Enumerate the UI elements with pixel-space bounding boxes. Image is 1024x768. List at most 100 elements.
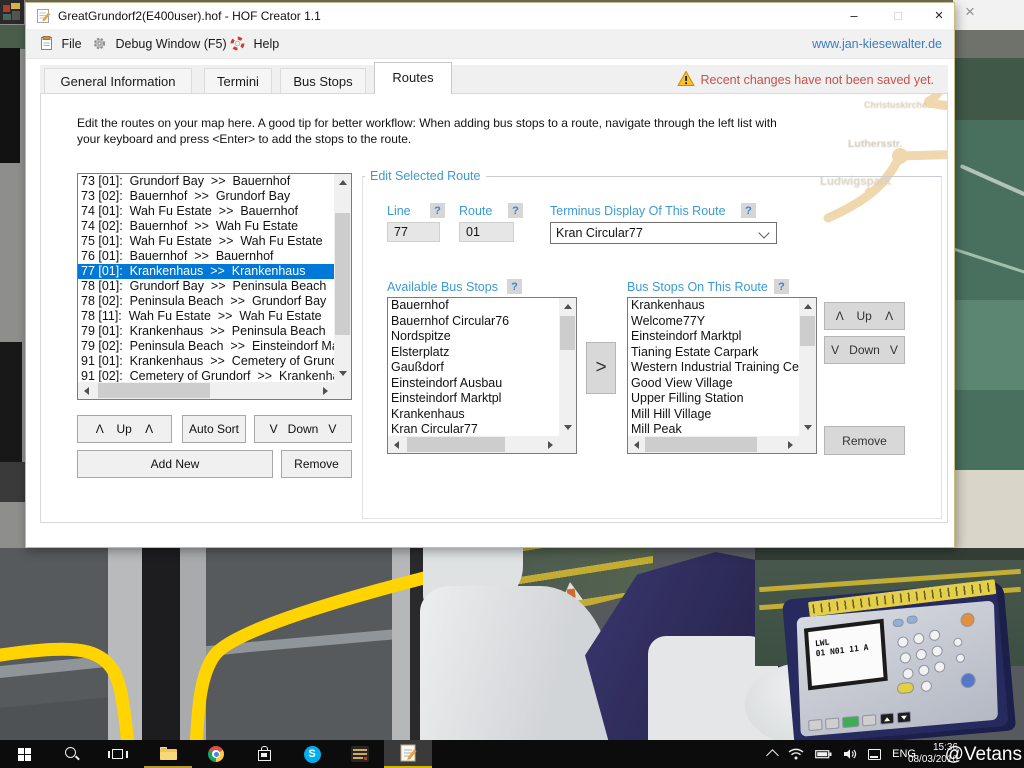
auto-sort-button[interactable]: Auto Sort	[182, 415, 246, 443]
list-item[interactable]: Krankenhaus	[628, 298, 799, 314]
list-item[interactable]: Tianing Estate Carpark	[628, 345, 799, 361]
menu-debug-window[interactable]: Debug Window (F5)	[92, 29, 227, 59]
scroll-right-icon[interactable]	[317, 382, 334, 399]
scroll-down-icon[interactable]	[799, 419, 816, 436]
stop-up-button[interactable]: Λ Up Λ	[824, 302, 905, 330]
tab-general-information[interactable]: General Information	[44, 68, 192, 93]
scroll-left-icon[interactable]	[78, 382, 95, 399]
terminus-display-dropdown[interactable]: Kran Circular77	[550, 222, 777, 244]
taskbar-windows-store[interactable]	[240, 740, 288, 768]
route-list[interactable]: 73 [01]: Grundorf Bay >> Bauernhof73 [02…	[77, 173, 352, 400]
list-item[interactable]: 79 [02]: Peninsula Beach >> Einsteindorf…	[78, 339, 334, 354]
remove-route-button[interactable]: Remove	[281, 450, 352, 478]
speaker-icon[interactable]	[843, 748, 857, 760]
taskbar-hof-creator-active[interactable]	[384, 740, 432, 768]
close-button[interactable]: ×	[919, 3, 959, 29]
add-stop-to-route-button[interactable]: >	[586, 342, 616, 394]
list-item[interactable]: Bauernhof	[388, 298, 559, 314]
add-new-route-button[interactable]: Add New	[77, 450, 273, 478]
route-list-horizontal-scrollbar[interactable]	[78, 382, 334, 399]
list-item[interactable]: 74 [02]: Bauernhof >> Wah Fu Estate	[78, 219, 334, 234]
list-item[interactable]: 79 [01]: Krankenhaus >> Peninsula Beach	[78, 324, 334, 339]
available-bus-stops-list[interactable]: BauernhofBauernhof Circular76NordspitzeE…	[387, 297, 577, 454]
terminus-help-icon[interactable]: ?	[741, 203, 756, 218]
list-item[interactable]: 78 [11]: Wah Fu Estate >> Wah Fu Estate	[78, 309, 334, 324]
vertical-scrollbar[interactable]	[799, 298, 816, 436]
wifi-icon[interactable]	[788, 748, 804, 760]
list-item[interactable]: Krankenhaus	[388, 407, 559, 423]
taskbar-chrome[interactable]	[192, 740, 240, 768]
list-item[interactable]: Einsteindorf Ausbau	[388, 376, 559, 392]
menu-help[interactable]: Help	[230, 29, 279, 59]
stop-remove-button[interactable]: Remove	[824, 426, 905, 455]
list-item[interactable]: Einsteindorf Marktpl	[388, 391, 559, 407]
list-item[interactable]: 91 [02]: Cemetery of Grundorf >> Kranken…	[78, 369, 334, 382]
list-item[interactable]: Einsteindorf Marktpl	[628, 329, 799, 345]
route-help-icon[interactable]: ?	[508, 203, 523, 218]
scroll-right-icon[interactable]	[542, 436, 559, 453]
list-item[interactable]: Mill Peak	[628, 422, 799, 436]
list-item[interactable]: Gaußdorf	[388, 360, 559, 376]
scroll-up-icon[interactable]	[334, 174, 351, 191]
line-field[interactable]: 77	[387, 222, 440, 242]
scrollbar-thumb[interactable]	[645, 437, 757, 452]
list-item[interactable]: Bauernhof Circular76	[388, 314, 559, 330]
scrollbar-thumb[interactable]	[800, 316, 815, 346]
list-item[interactable]: Elsterplatz	[388, 345, 559, 361]
title-bar[interactable]: GreatGrundorf2(E400user).hof - HOF Creat…	[26, 3, 954, 29]
route-field[interactable]: 01	[459, 222, 514, 242]
scroll-left-icon[interactable]	[628, 436, 645, 453]
tab-routes[interactable]: Routes	[374, 62, 452, 94]
tray-chevron-up-icon[interactable]	[766, 749, 779, 762]
scroll-down-icon[interactable]	[559, 419, 576, 436]
vertical-scrollbar[interactable]	[559, 298, 576, 436]
list-item[interactable]: Nordspitze	[388, 329, 559, 345]
battery-icon[interactable]	[815, 749, 832, 759]
list-item[interactable]: 73 [01]: Grundorf Bay >> Bauernhof	[78, 174, 334, 189]
list-item[interactable]: Mill Hill Village	[628, 407, 799, 423]
list-item[interactable]: 78 [02]: Peninsula Beach >> Grundorf Bay	[78, 294, 334, 309]
horizontal-scrollbar[interactable]	[388, 436, 559, 453]
taskbar-omsi[interactable]	[336, 740, 384, 768]
bus-stops-on-route-list[interactable]: KrankenhausWelcome77YEinsteindorf Marktp…	[627, 297, 817, 454]
scrollbar-thumb[interactable]	[560, 316, 575, 350]
list-item[interactable]: 78 [01]: Grundorf Bay >> Peninsula Beach	[78, 279, 334, 294]
list-item[interactable]: Kran Circular77	[388, 422, 559, 436]
list-item[interactable]: Welcome77Y	[628, 314, 799, 330]
list-item[interactable]: Good View Village	[628, 376, 799, 392]
line-help-icon[interactable]: ?	[430, 203, 445, 218]
menu-file[interactable]: File	[40, 29, 82, 59]
minimize-button[interactable]: –	[834, 3, 874, 29]
list-item[interactable]: Western Industrial Training Cer	[628, 360, 799, 376]
horizontal-scrollbar[interactable]	[628, 436, 799, 453]
scroll-down-icon[interactable]	[334, 365, 351, 382]
task-view-button[interactable]	[94, 740, 142, 768]
list-item[interactable]: 75 [01]: Wah Fu Estate >> Wah Fu Estate	[78, 234, 334, 249]
route-list-vertical-scrollbar[interactable]	[334, 174, 351, 382]
scrollbar-thumb[interactable]	[335, 213, 350, 335]
list-item[interactable]: 77 [01]: Krankenhaus >> Krankenhaus	[78, 264, 334, 279]
available-stops-help-icon[interactable]: ?	[507, 279, 522, 294]
scroll-left-icon[interactable]	[388, 436, 405, 453]
taskbar-skype[interactable]	[288, 740, 336, 768]
route-up-button[interactable]: Λ Up Λ	[77, 415, 172, 443]
tab-termini[interactable]: Termini	[204, 68, 272, 93]
list-item[interactable]: 74 [01]: Wah Fu Estate >> Bauernhof	[78, 204, 334, 219]
start-button[interactable]	[0, 740, 48, 768]
scroll-up-icon[interactable]	[559, 298, 576, 315]
list-item[interactable]: Upper Filling Station	[628, 391, 799, 407]
stop-down-button[interactable]: V Down V	[824, 336, 905, 364]
action-center-icon[interactable]	[868, 749, 881, 760]
scroll-right-icon[interactable]	[782, 436, 799, 453]
scrollbar-thumb[interactable]	[98, 383, 210, 398]
scroll-up-icon[interactable]	[799, 298, 816, 315]
list-item[interactable]: 73 [02]: Bauernhof >> Grundorf Bay	[78, 189, 334, 204]
route-down-button[interactable]: V Down V	[254, 415, 352, 443]
list-item[interactable]: 91 [01]: Krankenhaus >> Cemetery of Grun…	[78, 354, 334, 369]
taskbar-search-button[interactable]	[48, 740, 96, 768]
tab-bus-stops[interactable]: Bus Stops	[280, 68, 366, 93]
website-link[interactable]: www.jan-kiesewalter.de	[812, 29, 942, 59]
scrollbar-thumb[interactable]	[407, 437, 505, 452]
list-item[interactable]: 76 [01]: Bauernhof >> Bauernhof	[78, 249, 334, 264]
on-route-stops-help-icon[interactable]: ?	[774, 279, 789, 294]
